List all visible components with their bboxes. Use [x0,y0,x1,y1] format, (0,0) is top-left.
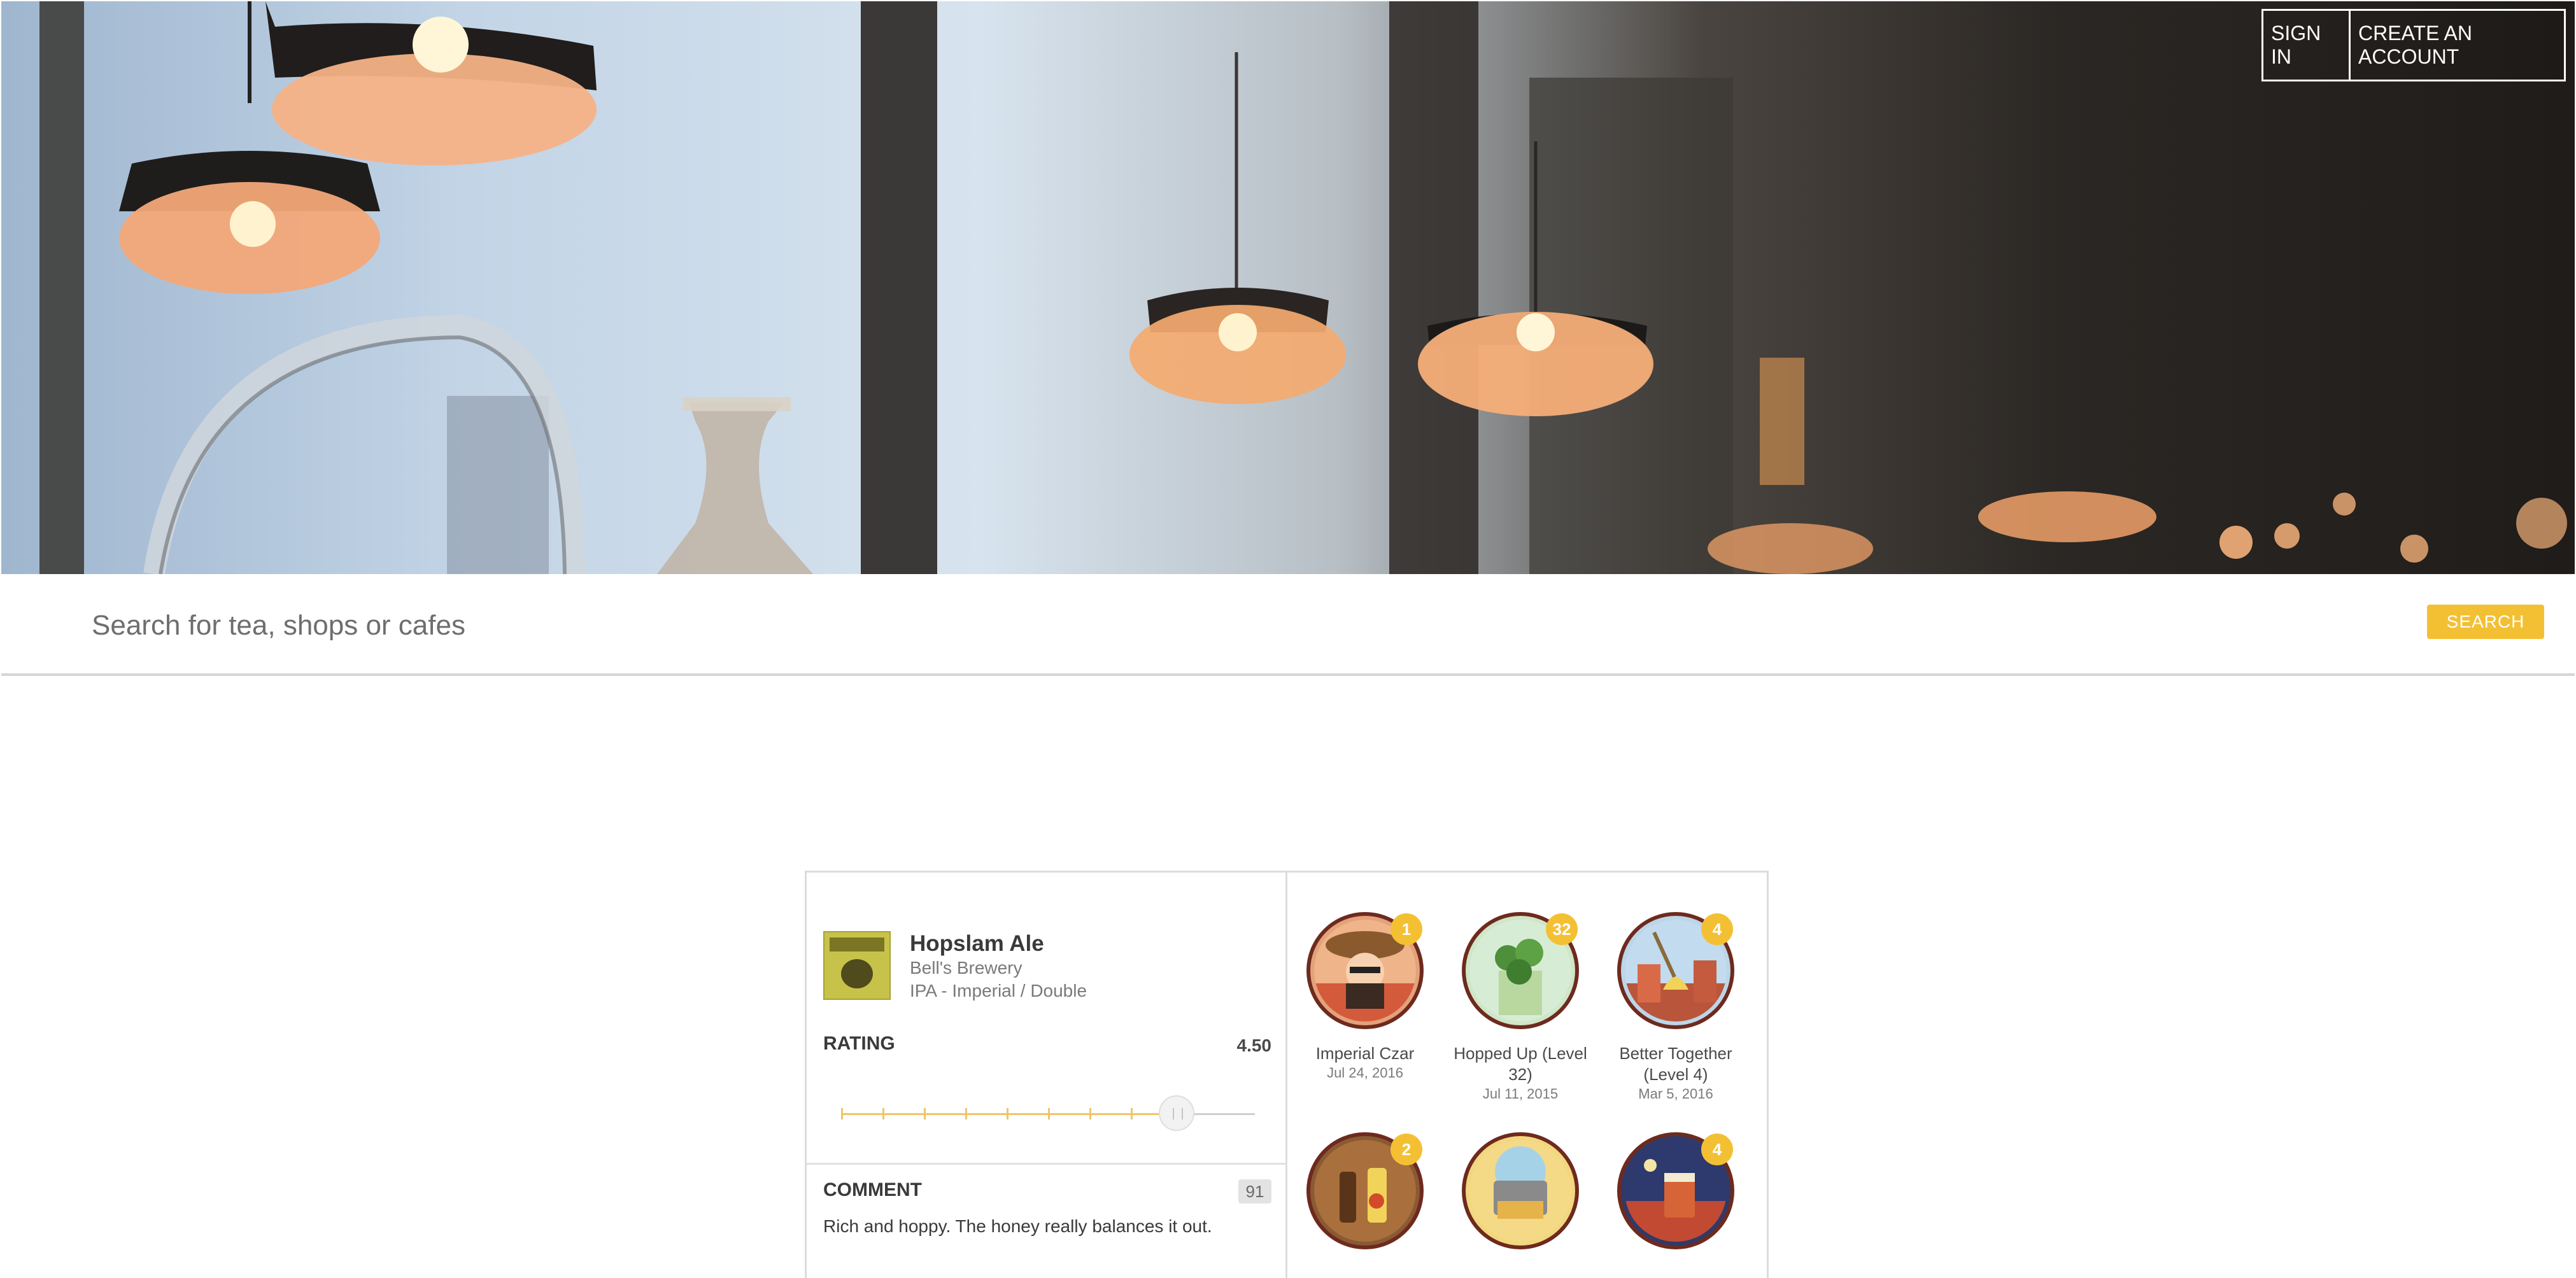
beer-name: Hopslam Ale [910,931,1044,956]
badge-item[interactable]: 4 [1598,1132,1753,1249]
search-button[interactable]: SEARCH [2427,605,2544,639]
badge-date: Jul 11, 2015 [1482,1086,1559,1102]
badge-date: Jul 24, 2016 [1327,1065,1403,1081]
badge-item[interactable]: 4 Better Together (Level 4) Mar 5, 2016 [1598,912,1753,1103]
badge-item[interactable]: 32 Hopped Up (Level 32) Jul 11, 2015 [1443,912,1598,1103]
slider-tick [882,1108,884,1120]
beer-style: IPA - Imperial / Double [910,981,1087,1001]
badge-name: Better Together (Level 4) [1619,1044,1732,1084]
beer-label-image [823,931,891,1000]
search-bar: SEARCH [1,574,2575,676]
badge-name: Hopped Up (Level 32) [1454,1044,1587,1084]
hero-banner: SIGN IN CREATE AN ACCOUNT [1,1,2575,574]
rating-label: RATING [823,1033,895,1054]
slider-tick [1089,1108,1091,1120]
badge-count: 32 [1546,913,1578,945]
rating-slider[interactable] [841,1095,1255,1131]
auth-buttons: SIGN IN CREATE AN ACCOUNT [2261,9,2566,81]
badge-count: 4 [1701,913,1733,945]
section-divider [807,1163,1289,1165]
lunchbox-badge-icon [1462,1132,1579,1249]
slider-tick [1048,1108,1050,1120]
create-account-button[interactable]: CREATE AN ACCOUNT [2351,9,2566,81]
cafe-lamps-photo [39,1,2567,574]
rating-value: 4.50 [1236,1036,1272,1055]
slider-tick [1007,1108,1008,1120]
slider-tick [841,1108,843,1120]
slider-tick [1131,1108,1133,1120]
night-beer-badge-icon: 4 [1617,1132,1734,1249]
slider-track-filled [841,1113,1177,1115]
checkin-preview: Hopslam Ale Bell's Brewery IPA - Imperia… [805,871,1769,1278]
sign-in-button[interactable]: SIGN IN [2261,9,2351,81]
hops-badge-icon: 32 [1462,912,1579,1029]
checkin-panel: Hopslam Ale Bell's Brewery IPA - Imperia… [805,871,1289,1278]
slider-handle[interactable] [1159,1095,1194,1131]
brewery-name: Bell's Brewery [910,958,1023,978]
comment-label: COMMENT [823,1179,922,1200]
badge-date: Mar 5, 2016 [1638,1086,1713,1102]
slider-tick [924,1108,926,1120]
comment-text[interactable]: Rich and hoppy. The honey really balance… [823,1216,1212,1237]
bottles-badge-icon: 2 [1306,1132,1424,1249]
slider-tick [965,1108,967,1120]
badge-name: Imperial Czar [1315,1044,1415,1063]
czar-badge-icon: 1 [1306,912,1424,1029]
badge-count: 1 [1391,913,1422,945]
badge-item[interactable]: 1 Imperial Czar Jul 24, 2016 [1287,912,1443,1082]
comment-char-count: 91 [1238,1179,1271,1204]
badge-item[interactable]: 2 [1287,1132,1443,1249]
badges-panel: 1 Imperial Czar Jul 24, 2016 32 Hopped U… [1287,871,1769,1278]
badge-count: 4 [1701,1134,1733,1165]
badge-count: 2 [1391,1134,1422,1165]
badge-item[interactable] [1443,1132,1598,1249]
celebration-badge-icon: 4 [1617,912,1734,1029]
search-input[interactable] [90,600,2258,652]
